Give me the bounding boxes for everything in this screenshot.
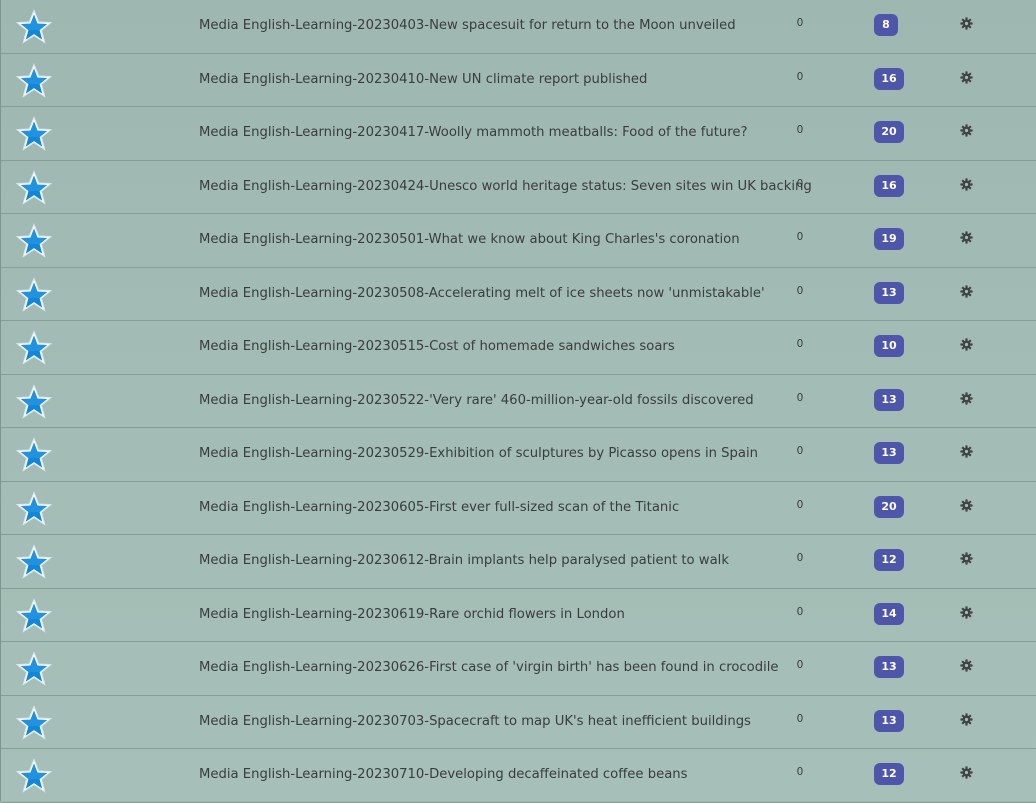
list-item[interactable]: Media English-Learning-20230529-Exhibiti… (1, 428, 1036, 482)
item-count-badge: 13 (874, 656, 904, 678)
item-count-badge: 13 (874, 281, 904, 304)
zero-count: 0 (796, 391, 804, 404)
zero-count: 0 (796, 659, 804, 671)
zero-count: 0 (796, 712, 804, 725)
star-icon[interactable] (15, 437, 53, 473)
list-item[interactable]: Media English-Learning-20230424-Unesco w… (1, 161, 1036, 214)
gear-icon[interactable] (960, 124, 973, 137)
gear-icon[interactable] (960, 17, 973, 30)
gear-icon[interactable] (960, 338, 973, 351)
list-item[interactable]: Media English-Learning-20230703-Spacecra… (1, 696, 1036, 749)
item-count-badge: 16 (874, 67, 904, 90)
star-icon[interactable] (15, 62, 53, 99)
lesson-list: Media English-Learning-20230403-New spac… (0, 0, 1036, 803)
lesson-title[interactable]: Media English-Learning-20230522-'Very ra… (199, 393, 754, 408)
gear-icon[interactable] (960, 284, 973, 298)
gear-icon[interactable] (960, 712, 973, 726)
gear-icon[interactable] (960, 231, 973, 244)
gear-icon[interactable] (960, 552, 973, 565)
star-icon[interactable] (15, 9, 53, 45)
zero-count: 0 (796, 445, 804, 457)
zero-count: 0 (796, 70, 804, 83)
lesson-title[interactable]: Media English-Learning-20230515-Cost of … (199, 339, 675, 354)
star-icon[interactable] (15, 544, 53, 580)
gear-icon[interactable] (960, 391, 973, 405)
item-count-badge: 14 (874, 602, 904, 625)
list-item[interactable]: Media English-Learning-20230508-Accelera… (1, 268, 1036, 321)
lesson-title[interactable]: Media English-Learning-20230501-What we … (199, 232, 740, 247)
item-count-badge: 13 (874, 709, 904, 732)
item-count-badge: 19 (874, 228, 904, 250)
item-count-badge: 13 (874, 388, 904, 411)
zero-count: 0 (796, 177, 804, 190)
list-item[interactable]: Media English-Learning-20230410-New UN c… (1, 54, 1036, 107)
gear-icon[interactable] (960, 498, 973, 512)
lesson-title[interactable]: Media English-Learning-20230612-Brain im… (199, 553, 729, 568)
zero-count: 0 (796, 605, 804, 618)
star-icon[interactable] (15, 330, 53, 366)
item-count-badge: 20 (874, 121, 904, 143)
list-item[interactable]: Media English-Learning-20230515-Cost of … (1, 321, 1036, 375)
lesson-title[interactable]: Media English-Learning-20230417-Woolly m… (199, 125, 748, 140)
zero-count: 0 (796, 338, 804, 350)
lesson-title[interactable]: Media English-Learning-20230703-Spacecra… (199, 714, 751, 729)
gear-icon[interactable] (960, 445, 973, 458)
lesson-title[interactable]: Media English-Learning-20230619-Rare orc… (199, 607, 625, 622)
star-icon[interactable] (15, 116, 53, 152)
star-icon[interactable] (15, 597, 53, 634)
list-item[interactable]: Media English-Learning-20230417-Woolly m… (1, 107, 1036, 161)
list-item[interactable]: Media English-Learning-20230522-'Very ra… (1, 375, 1036, 428)
list-item[interactable]: Media English-Learning-20230612-Brain im… (1, 535, 1036, 589)
lesson-title[interactable]: Media English-Learning-20230710-Developi… (199, 767, 688, 782)
zero-count: 0 (796, 498, 804, 511)
star-icon[interactable] (15, 704, 53, 741)
star-icon[interactable] (15, 223, 53, 259)
lesson-title[interactable]: Media English-Learning-20230403-New spac… (199, 18, 736, 33)
item-count-badge: 20 (874, 495, 904, 518)
list-item[interactable]: Media English-Learning-20230710-Developi… (1, 749, 1036, 803)
star-icon[interactable] (15, 276, 53, 313)
star-icon[interactable] (15, 490, 53, 527)
star-icon[interactable] (15, 758, 53, 794)
gear-icon[interactable] (960, 659, 973, 672)
lesson-title[interactable]: Media English-Learning-20230424-Unesco w… (199, 179, 812, 194)
item-count-badge: 12 (874, 549, 904, 571)
zero-count: 0 (796, 552, 804, 564)
lesson-title[interactable]: Media English-Learning-20230508-Accelera… (199, 286, 765, 301)
lesson-title[interactable]: Media English-Learning-20230529-Exhibiti… (199, 446, 758, 461)
zero-count: 0 (796, 124, 804, 136)
item-count-badge: 8 (874, 14, 898, 36)
zero-count: 0 (796, 284, 804, 297)
list-item[interactable]: Media English-Learning-20230501-What we … (1, 214, 1036, 268)
gear-icon[interactable] (960, 70, 973, 84)
list-item[interactable]: Media English-Learning-20230605-First ev… (1, 482, 1036, 535)
item-count-badge: 10 (874, 335, 904, 357)
star-icon[interactable] (15, 383, 53, 420)
star-icon[interactable] (15, 169, 53, 206)
lesson-title[interactable]: Media English-Learning-20230605-First ev… (199, 500, 679, 515)
gear-icon[interactable] (960, 605, 973, 619)
zero-count: 0 (796, 766, 804, 778)
list-item[interactable]: Media English-Learning-20230626-First ca… (1, 642, 1036, 696)
item-count-badge: 13 (874, 442, 904, 464)
gear-icon[interactable] (960, 177, 973, 191)
item-count-badge: 12 (874, 763, 904, 785)
star-icon[interactable] (15, 651, 53, 687)
gear-icon[interactable] (960, 766, 973, 779)
lesson-title[interactable]: Media English-Learning-20230626-First ca… (199, 660, 779, 675)
item-count-badge: 16 (874, 174, 904, 197)
lesson-title[interactable]: Media English-Learning-20230410-New UN c… (199, 72, 647, 87)
zero-count: 0 (796, 231, 804, 243)
list-item[interactable]: Media English-Learning-20230619-Rare orc… (1, 589, 1036, 642)
zero-count: 0 (796, 17, 804, 29)
list-item[interactable]: Media English-Learning-20230403-New spac… (1, 0, 1036, 54)
